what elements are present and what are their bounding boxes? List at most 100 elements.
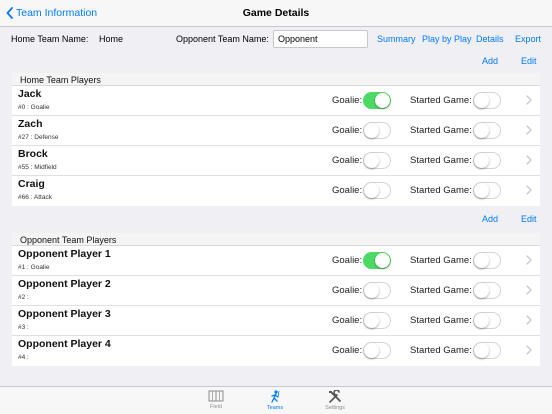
goalie-label: Goalie: bbox=[332, 185, 363, 196]
goalie-label: Goalie: bbox=[332, 125, 363, 136]
goalie-label: Goalie: bbox=[332, 345, 363, 356]
toggle-knob bbox=[364, 153, 379, 168]
player-name: Opponent Player 2 bbox=[18, 278, 111, 290]
player-row[interactable]: Opponent Player 3 #3 : Goalie: Started Game… bbox=[12, 306, 540, 336]
summary-link[interactable]: Summary bbox=[377, 34, 416, 44]
home-players-section: Home Team Players Jack #0 : Goalie Goalie:… bbox=[12, 73, 540, 206]
tab-settings[interactable]: Settings bbox=[315, 390, 355, 411]
player-name: Craig bbox=[18, 178, 45, 190]
player-name: Zach bbox=[18, 118, 43, 130]
started-game-label: Started Game: bbox=[410, 255, 472, 266]
export-link[interactable]: Export bbox=[515, 34, 541, 44]
goalie-label: Goalie: bbox=[332, 155, 363, 166]
chevron-right-icon bbox=[526, 95, 532, 105]
started-game-label: Started Game: bbox=[410, 315, 472, 326]
goalie-toggle[interactable] bbox=[363, 152, 391, 169]
player-row[interactable]: Zach #27 : Defense Goalie: Started Game: bbox=[12, 116, 540, 146]
goalie-toggle[interactable] bbox=[363, 182, 391, 199]
toggle-knob bbox=[474, 343, 489, 358]
started-game-label: Started Game: bbox=[410, 285, 472, 296]
tab-teams-label: Teams bbox=[266, 405, 284, 411]
team-names-row: Home Team Name: Home Opponent Team Name:… bbox=[0, 30, 552, 48]
chevron-right-icon bbox=[526, 185, 532, 195]
toggle-knob bbox=[364, 343, 379, 358]
chevron-right-icon bbox=[526, 315, 532, 325]
tab-field[interactable]: Field bbox=[196, 390, 236, 410]
player-number-position: #66 : Attack bbox=[18, 194, 52, 201]
goalie-toggle[interactable] bbox=[363, 312, 391, 329]
goalie-toggle[interactable] bbox=[363, 342, 391, 359]
home-team-value[interactable]: Home bbox=[99, 34, 123, 44]
page-title: Game Details bbox=[242, 7, 310, 19]
goalie-label: Goalie: bbox=[332, 255, 363, 266]
player-row[interactable]: Opponent Player 1 #1 : Goalie Goalie: Start… bbox=[12, 246, 540, 276]
toggle-knob bbox=[474, 153, 489, 168]
opponent-actions: Add Edit bbox=[0, 214, 552, 226]
started-game-toggle[interactable] bbox=[473, 342, 501, 359]
section-header: Home Team Players bbox=[12, 73, 540, 86]
started-game-label: Started Game: bbox=[410, 155, 472, 166]
navigation-bar: Team Information Game Details bbox=[0, 0, 552, 27]
opponent-team-label: Opponent Team Name: bbox=[176, 34, 269, 44]
chevron-right-icon bbox=[526, 125, 532, 135]
started-game-toggle[interactable] bbox=[473, 152, 501, 169]
started-game-toggle[interactable] bbox=[473, 312, 501, 329]
player-icon bbox=[271, 390, 280, 403]
home-team-label: Home Team Name: bbox=[11, 34, 89, 44]
player-name: Brock bbox=[18, 148, 48, 160]
player-number-position: #1 : Goalie bbox=[18, 264, 50, 271]
player-name: Opponent Player 1 bbox=[18, 248, 111, 260]
started-game-toggle[interactable] bbox=[473, 252, 501, 269]
home-edit-button[interactable]: Edit bbox=[521, 56, 537, 66]
opponent-team-input[interactable] bbox=[273, 30, 368, 48]
toggle-knob bbox=[364, 283, 379, 298]
toggle-knob bbox=[474, 283, 489, 298]
play-by-play-link[interactable]: Play by Play bbox=[422, 34, 472, 44]
details-link[interactable]: Details bbox=[476, 34, 504, 44]
goalie-toggle[interactable] bbox=[363, 282, 391, 299]
chevron-right-icon bbox=[526, 255, 532, 265]
toggle-knob bbox=[375, 93, 390, 108]
player-row[interactable]: Opponent Player 4 #4 : Goalie: Started Game… bbox=[12, 336, 540, 366]
opponent-add-button[interactable]: Add bbox=[482, 214, 498, 224]
opponent-edit-button[interactable]: Edit bbox=[521, 214, 537, 224]
player-number-position: #2 : bbox=[18, 294, 29, 301]
chevron-right-icon bbox=[526, 345, 532, 355]
goalie-toggle[interactable] bbox=[363, 122, 391, 139]
player-number-position: #27 : Defense bbox=[18, 134, 59, 141]
toggle-knob bbox=[364, 183, 379, 198]
started-game-label: Started Game: bbox=[410, 345, 472, 356]
section-header: Opponent Team Players bbox=[12, 233, 540, 246]
chevron-right-icon bbox=[526, 155, 532, 165]
chevron-right-icon bbox=[526, 285, 532, 295]
player-row[interactable]: Opponent Player 2 #2 : Goalie: Started Game… bbox=[12, 276, 540, 306]
player-row[interactable]: Jack #0 : Goalie Goalie: Started Game: bbox=[12, 86, 540, 116]
toggle-knob bbox=[375, 253, 390, 268]
toggle-knob bbox=[474, 93, 489, 108]
player-number-position: #4 : bbox=[18, 354, 29, 361]
tab-field-label: Field bbox=[210, 404, 222, 410]
player-row[interactable]: Craig #66 : Attack Goalie: Started Game: bbox=[12, 176, 540, 206]
toggle-knob bbox=[474, 313, 489, 328]
started-game-toggle[interactable] bbox=[473, 182, 501, 199]
home-add-button[interactable]: Add bbox=[482, 56, 498, 66]
player-row[interactable]: Brock #55 : Midfield Goalie: Started Game: bbox=[12, 146, 540, 176]
tab-teams[interactable]: Teams bbox=[255, 390, 295, 411]
player-name: Opponent Player 4 bbox=[18, 338, 111, 350]
goalie-label: Goalie: bbox=[332, 315, 363, 326]
player-name: Opponent Player 3 bbox=[18, 308, 111, 320]
started-game-label: Started Game: bbox=[410, 185, 472, 196]
opponent-players-section: Opponent Team Players Opponent Player 1 #… bbox=[12, 233, 540, 366]
started-game-toggle[interactable] bbox=[473, 282, 501, 299]
toggle-knob bbox=[364, 313, 379, 328]
started-game-toggle[interactable] bbox=[473, 122, 501, 139]
goalie-label: Goalie: bbox=[332, 285, 363, 296]
started-game-label: Started Game: bbox=[410, 125, 472, 136]
goalie-toggle[interactable] bbox=[363, 252, 391, 269]
goalie-label: Goalie: bbox=[332, 95, 363, 106]
toggle-knob bbox=[474, 183, 489, 198]
goalie-toggle[interactable] bbox=[363, 92, 391, 109]
tab-bar: Field Teams Settings bbox=[0, 386, 552, 414]
toggle-knob bbox=[474, 123, 489, 138]
started-game-toggle[interactable] bbox=[473, 92, 501, 109]
